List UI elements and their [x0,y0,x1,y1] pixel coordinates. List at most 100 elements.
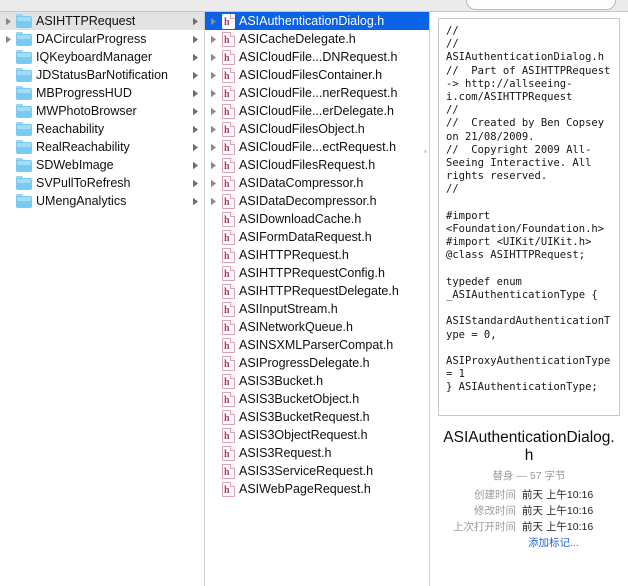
file-icon-glyph: h [224,88,230,100]
header-file-icon: h [222,319,235,335]
folder-row[interactable]: MWPhotoBrowser [0,102,204,120]
search-input[interactable] [466,0,616,10]
file-row[interactable]: h ASIFormDataRequest.h [205,228,429,246]
disclosure-triangle-icon[interactable] [207,17,220,26]
disclosure-triangle-icon[interactable] [207,143,220,152]
folder-row[interactable]: DACircularProgress [0,30,204,48]
file-row-label: ASIS3BucketObject.h [239,392,360,406]
file-row[interactable]: h ASICloudFile...DNRequest.h [205,48,429,66]
add-tags-link[interactable]: 添加标记... [528,536,620,551]
column-files[interactable]: h ASIAuthenticationDialog.h h ASICacheDeleg… [205,12,430,586]
folder-row-label: DACircularProgress [36,32,147,46]
file-row-label: ASIHTTPRequestDelegate.h [239,284,399,298]
header-file-icon: h [222,481,235,497]
disclosure-triangle-icon[interactable] [207,35,220,44]
disclosure-triangle-icon[interactable] [207,89,220,98]
folder-row[interactable]: MBProgressHUD [0,84,204,102]
file-row[interactable]: h ASIS3BucketRequest.h [205,408,429,426]
disclosure-triangle-icon[interactable] [207,107,220,116]
file-row[interactable]: h ASIHTTPRequest.h [205,246,429,264]
file-row[interactable]: h ASIDataDecompressor.h [205,192,429,210]
chevron-right-icon[interactable] [190,196,200,206]
chevron-right-icon[interactable] [190,70,200,80]
disclosure-triangle-icon[interactable] [207,179,220,188]
folder-row[interactable]: JDStatusBarNotification [0,66,204,84]
folder-row[interactable]: IQKeyboardManager [0,48,204,66]
chevron-right-icon[interactable] [190,142,200,152]
file-icon-glyph: h [224,286,230,298]
file-icon-glyph: h [224,340,230,352]
disclosure-triangle-icon[interactable] [2,35,15,44]
chevron-right-icon[interactable] [190,124,200,134]
file-row[interactable]: h ASIWebPageRequest.h [205,480,429,498]
file-row-label: ASINSXMLParserCompat.h [239,338,394,352]
info-metadata-key: 上次打开时间 [453,521,516,533]
chevron-right-icon[interactable] [190,16,200,26]
folder-row-label: SDWebImage [36,158,114,172]
disclosure-triangle-icon[interactable] [207,161,220,170]
disclosure-triangle-icon[interactable] [2,17,15,26]
header-file-icon: h [222,67,235,83]
file-row-label: ASIProgressDelegate.h [239,356,370,370]
file-row-label: ASIDownloadCache.h [239,212,362,226]
file-row[interactable]: h ASICloudFile...erDelegate.h [205,102,429,120]
file-row[interactable]: h ASICloudFile...ectRequest.h [205,138,429,156]
file-row[interactable]: h ASIS3ObjectRequest.h [205,426,429,444]
file-row[interactable]: h ASICacheDelegate.h [205,30,429,48]
file-icon-glyph: h [224,322,230,334]
chevron-right-icon[interactable] [190,52,200,62]
folder-row-label: IQKeyboardManager [36,50,153,64]
disclosure-triangle-icon[interactable] [207,125,220,134]
file-icon-glyph: h [224,214,230,226]
file-row[interactable]: h ASICloudFilesObject.h [205,120,429,138]
folder-row[interactable]: ASIHTTPRequest [0,12,204,30]
file-row[interactable]: h ASIAuthenticationDialog.h [205,12,429,30]
file-row[interactable]: h ASINSXMLParserCompat.h [205,336,429,354]
file-row[interactable]: h ASIDataCompressor.h [205,174,429,192]
folder-row[interactable]: SDWebImage [0,156,204,174]
file-row-label: ASIDataDecompressor.h [239,194,377,208]
file-row[interactable]: h ASICloudFilesContainer.h [205,66,429,84]
folder-icon [16,122,32,136]
header-file-icon: h [222,355,235,371]
file-icon-glyph: h [224,142,230,154]
file-icon-glyph: h [224,430,230,442]
disclosure-triangle-icon[interactable] [207,53,220,62]
folder-icon [16,14,32,28]
disclosure-triangle-icon[interactable] [207,71,220,80]
folder-icon [16,194,32,208]
file-row[interactable]: h ASIHTTPRequestConfig.h [205,264,429,282]
file-row[interactable]: h ASIHTTPRequestDelegate.h [205,282,429,300]
file-row[interactable]: h ASIProgressDelegate.h [205,354,429,372]
file-row-label: ASICloudFile...erDelegate.h [239,104,394,118]
file-row[interactable]: h ASIS3Request.h [205,444,429,462]
file-row[interactable]: h ASIS3Bucket.h [205,372,429,390]
column-folders[interactable]: ASIHTTPRequest DACircularProgress IQKeyboa… [0,12,205,586]
folder-row[interactable]: SVPullToRefresh [0,174,204,192]
file-row[interactable]: h ASIInputStream.h [205,300,429,318]
file-row-label: ASIWebPageRequest.h [239,482,371,496]
chevron-right-icon[interactable] [190,34,200,44]
folder-row[interactable]: UMengAnalytics [0,192,204,210]
folder-row[interactable]: RealReachability [0,138,204,156]
file-icon-glyph: h [224,250,230,262]
chevron-right-icon[interactable] [190,88,200,98]
folder-icon [16,68,32,82]
chevron-right-icon[interactable] [190,160,200,170]
file-icon-glyph: h [224,16,230,28]
disclosure-triangle-icon[interactable] [207,197,220,206]
folder-row-label: UMengAnalytics [36,194,127,208]
folder-row[interactable]: Reachability [0,120,204,138]
header-file-icon: h [222,121,235,137]
file-row[interactable]: h ASICloudFile...nerRequest.h [205,84,429,102]
chevron-right-icon[interactable] [190,178,200,188]
header-file-icon: h [222,103,235,119]
folder-icon [16,158,32,172]
file-row[interactable]: h ASIS3ServiceRequest.h [205,462,429,480]
file-row[interactable]: h ASINetworkQueue.h [205,318,429,336]
file-row[interactable]: h ASIS3BucketObject.h [205,390,429,408]
header-file-icon: h [222,463,235,479]
chevron-right-icon[interactable] [190,106,200,116]
file-row[interactable]: h ASICloudFilesRequest.h [205,156,429,174]
file-row[interactable]: h ASIDownloadCache.h [205,210,429,228]
